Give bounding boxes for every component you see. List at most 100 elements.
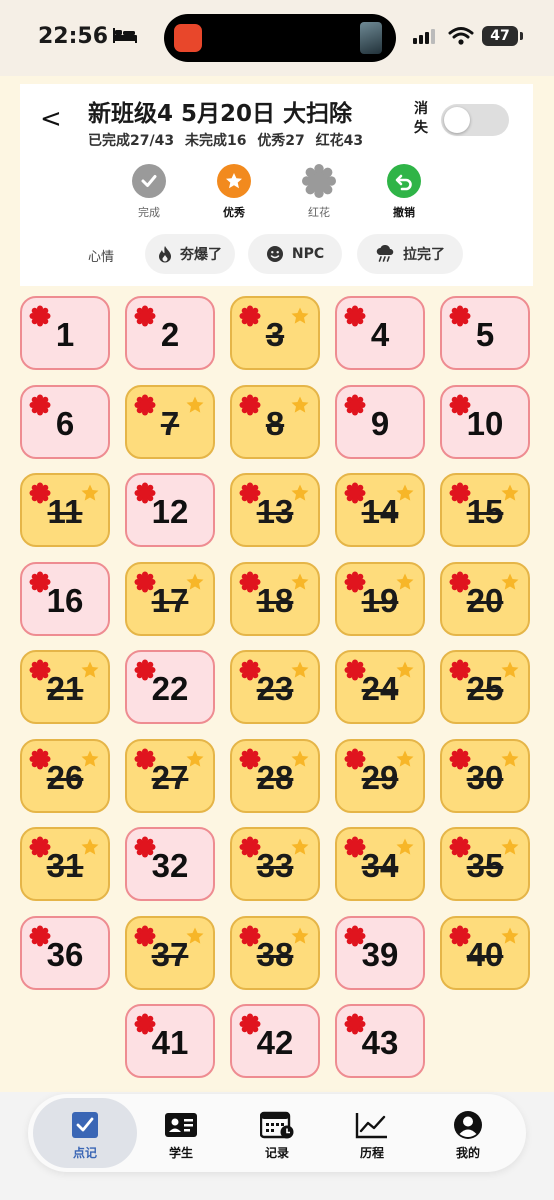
student-cell[interactable]: 10 bbox=[440, 384, 530, 459]
student-number: 36 bbox=[46, 935, 84, 973]
student-cell[interactable]: 29 bbox=[335, 738, 425, 813]
student-cell[interactable]: 14 bbox=[335, 473, 425, 547]
student-cell[interactable]: 20 bbox=[440, 561, 530, 636]
student-cell[interactable]: 17 bbox=[125, 561, 215, 636]
flower-icon bbox=[302, 164, 336, 198]
student-cell[interactable]: 8 bbox=[230, 384, 320, 459]
mood-option-npc[interactable]: NPC bbox=[248, 234, 342, 274]
student-cell[interactable]: 4 bbox=[335, 296, 425, 370]
student-number: 11 bbox=[47, 493, 83, 530]
student-cell[interactable]: 24 bbox=[335, 650, 425, 724]
student-number: 4 bbox=[370, 316, 390, 353]
tab-checkin[interactable]: 点记 bbox=[33, 1098, 137, 1168]
mood-label-npc: NPC bbox=[291, 246, 325, 262]
rain-icon bbox=[375, 244, 395, 264]
student-cell[interactable]: 34 bbox=[335, 827, 425, 901]
student-number: 27 bbox=[151, 758, 189, 796]
student-number: 15 bbox=[466, 493, 504, 530]
student-number: 42 bbox=[256, 1024, 294, 1061]
student-cell[interactable]: 18 bbox=[230, 561, 320, 636]
student-number: 39 bbox=[361, 935, 399, 973]
complete-button[interactable]: 完成 bbox=[119, 164, 179, 220]
student-cell[interactable]: 31 bbox=[20, 827, 110, 901]
undo-button[interactable]: 撤销 bbox=[374, 164, 434, 220]
page-title: 新班级4 5月20日 大扫除 bbox=[88, 101, 353, 127]
tab-history[interactable]: 历程 bbox=[322, 1098, 422, 1168]
student-number: 40 bbox=[466, 935, 504, 973]
student-number: 20 bbox=[466, 581, 504, 619]
student-cell[interactable]: 43 bbox=[335, 1004, 425, 1078]
student-cell[interactable]: 26 bbox=[20, 738, 110, 813]
student-number: 28 bbox=[256, 758, 294, 796]
tab-records[interactable]: 记录 bbox=[227, 1098, 327, 1168]
tab-label-records: 记录 bbox=[264, 1146, 289, 1160]
clear-toggle[interactable] bbox=[441, 104, 509, 136]
student-number: 33 bbox=[256, 847, 294, 884]
student-cell[interactable]: 19 bbox=[335, 561, 425, 636]
media-thumbnail bbox=[360, 22, 382, 54]
student-cell[interactable]: 39 bbox=[335, 915, 425, 990]
student-cell[interactable]: 35 bbox=[440, 827, 530, 901]
student-cell[interactable]: 21 bbox=[20, 650, 110, 724]
student-cell[interactable]: 25 bbox=[440, 650, 530, 724]
student-number: 24 bbox=[361, 670, 399, 707]
student-cell[interactable]: 22 bbox=[125, 650, 215, 724]
student-number: 25 bbox=[466, 670, 504, 707]
excellent-button[interactable]: 优秀 bbox=[204, 164, 264, 220]
student-cell[interactable]: 3 bbox=[230, 296, 320, 370]
student-number: 5 bbox=[475, 316, 495, 353]
student-number: 9 bbox=[370, 404, 390, 442]
calendar-icon bbox=[227, 1110, 327, 1140]
student-cell[interactable]: 13 bbox=[230, 473, 320, 547]
student-cell[interactable]: 27 bbox=[125, 738, 215, 813]
battery-indicator: 47 bbox=[482, 26, 518, 46]
student-cell[interactable]: 15 bbox=[440, 473, 530, 547]
star-icon bbox=[290, 306, 310, 330]
undo-label: 撤销 bbox=[393, 206, 415, 219]
clear-toggle-label: 消失 bbox=[414, 101, 428, 136]
student-cell[interactable]: 38 bbox=[230, 915, 320, 990]
cellular-signal-icon bbox=[412, 28, 438, 48]
student-cell[interactable]: 42 bbox=[230, 1004, 320, 1078]
student-cell[interactable]: 16 bbox=[20, 561, 110, 636]
tab-profile[interactable]: 我的 bbox=[418, 1098, 518, 1168]
student-number: 13 bbox=[256, 493, 294, 530]
student-cell[interactable]: 30 bbox=[440, 738, 530, 813]
back-button[interactable]: < bbox=[40, 104, 62, 134]
student-cell[interactable]: 1 bbox=[20, 296, 110, 370]
student-cell[interactable]: 37 bbox=[125, 915, 215, 990]
tab-label-students: 学生 bbox=[168, 1146, 193, 1160]
smile-icon bbox=[266, 245, 284, 263]
student-number: 21 bbox=[46, 670, 84, 707]
student-cell[interactable]: 11 bbox=[20, 473, 110, 547]
student-number: 3 bbox=[265, 316, 285, 353]
mood-option-done-for[interactable]: 拉完了 bbox=[357, 234, 463, 274]
student-number: 43 bbox=[361, 1024, 399, 1061]
student-number: 10 bbox=[466, 404, 504, 442]
student-cell[interactable]: 36 bbox=[20, 915, 110, 990]
student-cell[interactable]: 32 bbox=[125, 827, 215, 901]
student-cell[interactable]: 7 bbox=[125, 384, 215, 459]
excellent-label: 优秀 bbox=[223, 206, 245, 219]
student-number: 6 bbox=[55, 404, 75, 442]
student-cell[interactable]: 5 bbox=[440, 296, 530, 370]
student-cell[interactable]: 28 bbox=[230, 738, 320, 813]
student-number: 32 bbox=[151, 847, 189, 884]
red-flower-button[interactable]: 红花 bbox=[289, 164, 349, 220]
tab-label-checkin: 点记 bbox=[72, 1146, 97, 1160]
student-cell[interactable]: 33 bbox=[230, 827, 320, 901]
student-cell[interactable]: 40 bbox=[440, 915, 530, 990]
student-number: 8 bbox=[265, 404, 285, 442]
student-cell[interactable]: 12 bbox=[125, 473, 215, 547]
bed-icon bbox=[112, 26, 138, 48]
mood-option-awesome[interactable]: 夯爆了 bbox=[145, 234, 235, 274]
student-cell[interactable]: 6 bbox=[20, 384, 110, 459]
stat-excellent: 优秀27 bbox=[257, 133, 305, 149]
student-number: 1 bbox=[55, 316, 75, 353]
student-cell[interactable]: 2 bbox=[125, 296, 215, 370]
wifi-icon bbox=[448, 26, 474, 50]
student-cell[interactable]: 41 bbox=[125, 1004, 215, 1078]
tab-students[interactable]: 学生 bbox=[131, 1098, 231, 1168]
student-cell[interactable]: 23 bbox=[230, 650, 320, 724]
student-cell[interactable]: 9 bbox=[335, 384, 425, 459]
